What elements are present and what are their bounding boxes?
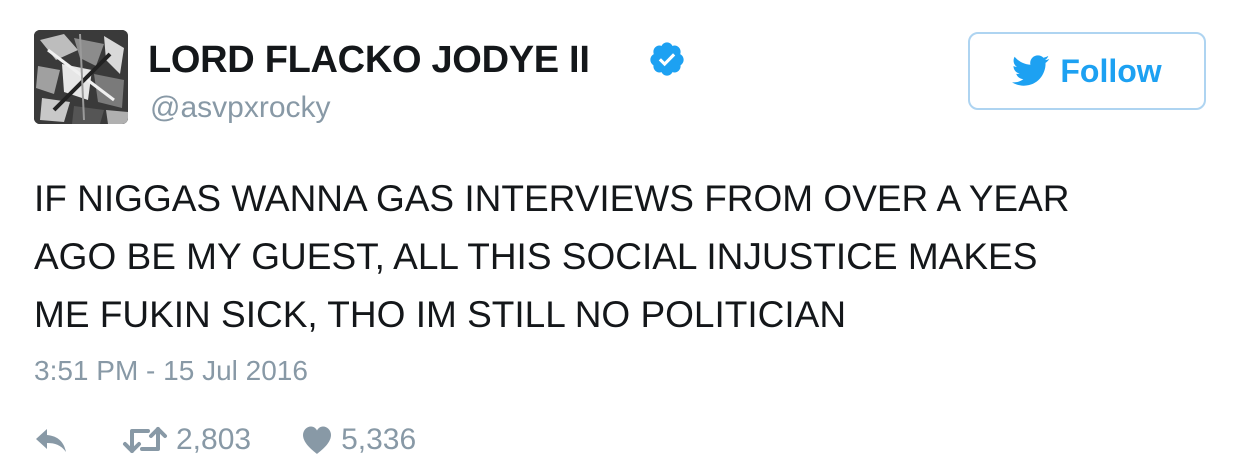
tweet-text: IF NIGGAS WANNA GAS INTERVIEWS FROM OVER… xyxy=(34,178,1070,335)
author-name[interactable]: LORD FLACKO JODYE II xyxy=(148,38,590,82)
heart-icon xyxy=(303,426,332,454)
retweet-icon xyxy=(123,427,167,453)
verified-badge-icon xyxy=(650,42,684,76)
like-count: 5,336 xyxy=(341,423,417,456)
follow-button[interactable]: Follow xyxy=(968,32,1206,110)
retweet-button[interactable]: 2,803 xyxy=(122,423,251,457)
reply-icon xyxy=(36,429,66,452)
twitter-bird-icon xyxy=(1012,55,1050,86)
follow-button-label: Follow xyxy=(1060,52,1162,89)
tweet-card: LORD FLACKO JODYE II @asvpxrocky Follow … xyxy=(0,0,1242,474)
avatar[interactable] xyxy=(34,30,128,124)
retweet-count: 2,803 xyxy=(176,423,252,456)
tweet-timestamp[interactable]: 3:51 PM - 15 Jul 2016 xyxy=(34,354,308,388)
reply-button[interactable] xyxy=(34,426,68,454)
like-button[interactable]: 5,336 xyxy=(301,423,416,457)
tweet-actions: 2,803 5,336 xyxy=(34,420,416,460)
author-handle[interactable]: @asvpxrocky xyxy=(150,90,331,126)
